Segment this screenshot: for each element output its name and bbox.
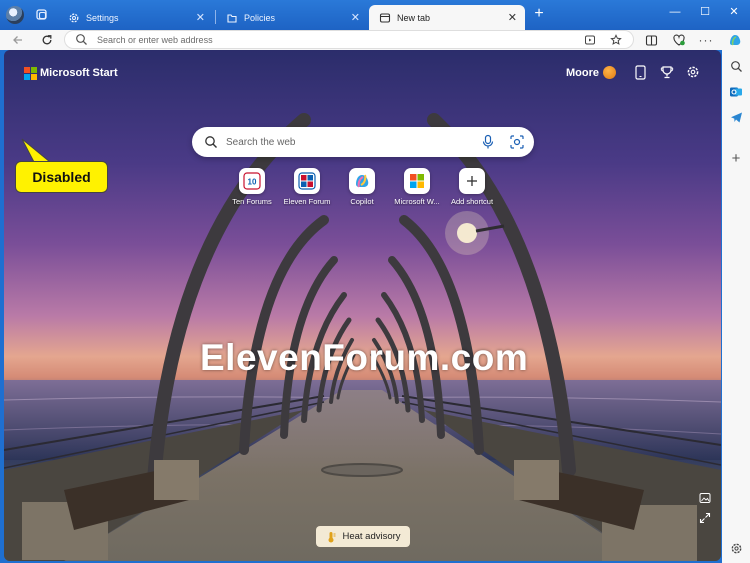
gear-icon xyxy=(731,543,741,553)
refresh-button[interactable] xyxy=(38,31,56,49)
heat-advisory-label: Heat advisory xyxy=(342,531,401,542)
shortcut-label: Microsoft W... xyxy=(394,197,440,206)
back-button[interactable] xyxy=(9,31,27,49)
copilot-icon xyxy=(349,168,375,194)
plus-icon: + xyxy=(731,149,741,167)
shortcut-ten-forums[interactable]: 10 Ten Forums xyxy=(225,168,279,206)
tab-policies[interactable]: Policies ✕ xyxy=(216,5,368,30)
shortcut-copilot[interactable]: Copilot xyxy=(335,168,389,206)
sidebar-settings-button[interactable] xyxy=(728,540,744,556)
maximize-button[interactable]: ☐ xyxy=(693,3,717,21)
microsoft-icon xyxy=(404,168,430,194)
svg-text:10: 10 xyxy=(248,178,257,187)
brand-title: Microsoft Start xyxy=(40,67,118,79)
eleven-forum-icon xyxy=(294,168,320,194)
browser-essentials-button[interactable] xyxy=(670,31,688,49)
page-icon xyxy=(226,12,238,24)
web-search-input[interactable] xyxy=(226,134,466,150)
split-screen-icon xyxy=(645,34,657,46)
search-icon xyxy=(730,60,742,72)
disabled-callout: Disabled xyxy=(15,161,108,193)
send-arrow-icon xyxy=(730,112,742,122)
search-icon xyxy=(205,136,217,148)
sidebar-add-button[interactable]: + xyxy=(728,149,744,167)
new-tab-page: Microsoft Start Disabled Moore 10 Ten Fo… xyxy=(4,50,721,561)
tab-strip: Settings ✕ Policies ✕ New tab ✕ + — ☐ ✕ xyxy=(0,0,750,30)
shortcut-eleven-forum[interactable]: Eleven Forum xyxy=(280,168,334,206)
close-tab-icon[interactable]: ✕ xyxy=(196,11,205,24)
workspaces-icon[interactable] xyxy=(34,7,50,23)
shortcut-label: Eleven Forum xyxy=(283,197,331,206)
copilot-button[interactable] xyxy=(726,31,744,49)
refresh-icon xyxy=(42,35,52,45)
heat-advisory-button[interactable]: Heat advisory xyxy=(316,526,410,547)
favorite-star-icon[interactable] xyxy=(609,33,623,47)
shortcut-microsoft[interactable]: Microsoft W... xyxy=(390,168,444,206)
close-window-button[interactable]: ✕ xyxy=(722,3,746,21)
image-info-icon[interactable] xyxy=(699,491,711,503)
sidebar-search-button[interactable] xyxy=(728,58,744,74)
app-available-icon[interactable] xyxy=(583,33,597,47)
address-input[interactable] xyxy=(97,32,557,47)
expand-icon[interactable] xyxy=(699,511,711,524)
new-tab-button[interactable]: + xyxy=(531,6,547,22)
close-tab-icon[interactable]: ✕ xyxy=(351,11,360,24)
plus-icon xyxy=(459,168,485,194)
shortcut-label: Copilot xyxy=(350,197,374,206)
microphone-icon[interactable] xyxy=(481,134,495,150)
watermark-text: ElevenForum.com xyxy=(200,337,529,378)
thermometer-warning-icon xyxy=(328,531,336,542)
new-tab-page-icon xyxy=(379,12,391,24)
address-bar[interactable] xyxy=(64,30,634,49)
more-dots-icon: ··· xyxy=(698,33,714,47)
split-screen-button[interactable] xyxy=(642,31,660,49)
gear-icon xyxy=(68,12,80,24)
shortcut-label: Add shortcut xyxy=(450,197,494,206)
profile-avatar[interactable] xyxy=(6,6,24,24)
minimize-button[interactable]: — xyxy=(663,3,687,21)
web-search-box[interactable] xyxy=(192,127,534,157)
shortcut-add[interactable]: Add shortcut xyxy=(445,168,499,206)
tab-label: Policies xyxy=(244,12,276,23)
sidebar-outlook-button[interactable] xyxy=(728,84,744,100)
ten-forums-icon: 10 xyxy=(239,168,265,194)
microsoft-logo-icon xyxy=(24,67,37,80)
page-settings-gear-icon[interactable] xyxy=(685,64,701,80)
visual-search-icon[interactable] xyxy=(509,134,525,150)
tab-label: New tab xyxy=(397,12,431,23)
rewards-trophy-icon[interactable] xyxy=(659,64,675,80)
user-name[interactable]: Moore xyxy=(566,67,599,79)
outlook-icon xyxy=(730,87,742,97)
search-icon xyxy=(76,34,87,45)
copilot-icon xyxy=(730,35,741,46)
navigation-toolbar: ··· xyxy=(0,30,750,50)
back-arrow-icon xyxy=(13,36,22,44)
user-avatar[interactable] xyxy=(603,66,616,79)
phone-icon[interactable] xyxy=(632,64,648,80)
microsoft-start-logo[interactable]: Microsoft Start xyxy=(24,67,118,80)
heart-shield-icon xyxy=(673,34,685,46)
tab-label: Settings xyxy=(86,12,119,23)
settings-and-more-button[interactable]: ··· xyxy=(697,31,715,49)
sidebar-telegram-button[interactable] xyxy=(728,109,744,125)
tab-new-tab[interactable]: New tab ✕ xyxy=(369,5,525,30)
shortcut-label: Ten Forums xyxy=(232,197,272,206)
close-tab-icon[interactable]: ✕ xyxy=(508,11,517,24)
edge-sidebar: + xyxy=(722,50,750,563)
tab-settings[interactable]: Settings ✕ xyxy=(58,5,213,30)
